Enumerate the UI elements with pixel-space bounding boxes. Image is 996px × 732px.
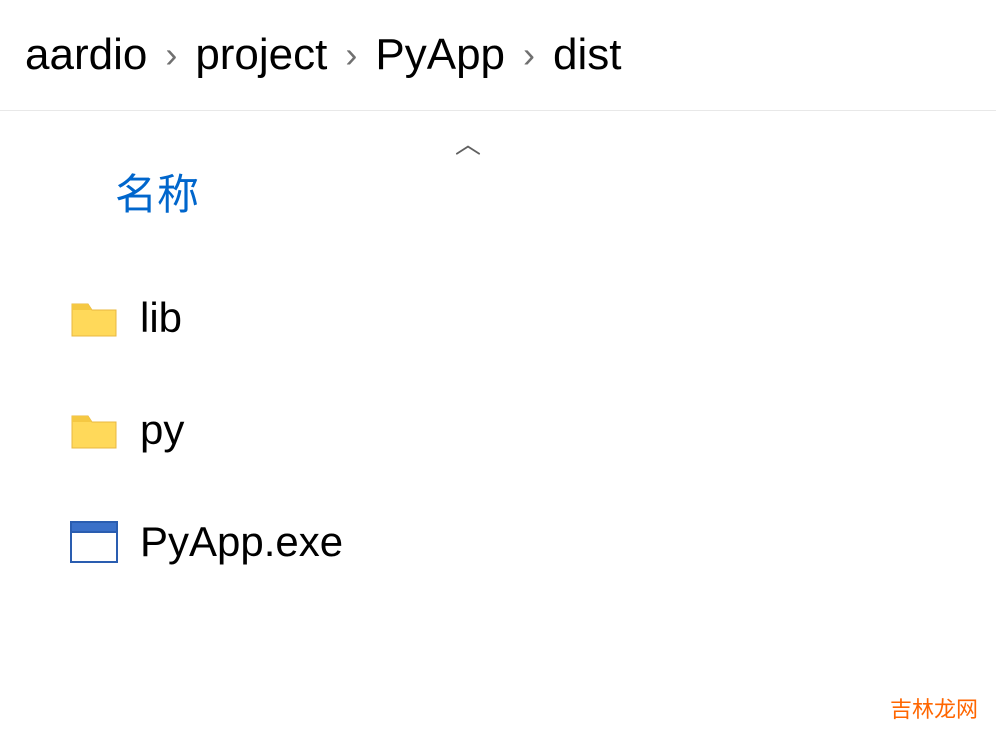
file-list: lib py PyApp.exe — [0, 232, 996, 598]
exe-icon — [70, 518, 118, 566]
file-name-label: py — [140, 406, 184, 454]
breadcrumb: aardio › project › PyApp › dist — [0, 0, 996, 111]
list-item[interactable]: lib — [70, 262, 996, 374]
breadcrumb-segment[interactable]: dist — [553, 30, 621, 80]
column-header-row: ︿ 名称 — [0, 111, 996, 232]
file-name-label: lib — [140, 294, 182, 342]
chevron-right-icon[interactable]: › — [523, 34, 535, 76]
list-item[interactable]: PyApp.exe — [70, 486, 996, 598]
column-header-name[interactable]: 名称 — [115, 161, 199, 222]
folder-icon — [70, 406, 118, 454]
folder-icon — [70, 294, 118, 342]
breadcrumb-segment[interactable]: project — [195, 30, 327, 80]
watermark: 吉林龙网 — [890, 692, 978, 724]
list-item[interactable]: py — [70, 374, 996, 486]
chevron-right-icon[interactable]: › — [345, 34, 357, 76]
file-name-label: PyApp.exe — [140, 518, 343, 566]
breadcrumb-segment[interactable]: aardio — [25, 30, 147, 80]
chevron-right-icon[interactable]: › — [165, 34, 177, 76]
sort-indicator-icon[interactable]: ︿ — [455, 131, 481, 157]
breadcrumb-segment[interactable]: PyApp — [375, 30, 505, 80]
